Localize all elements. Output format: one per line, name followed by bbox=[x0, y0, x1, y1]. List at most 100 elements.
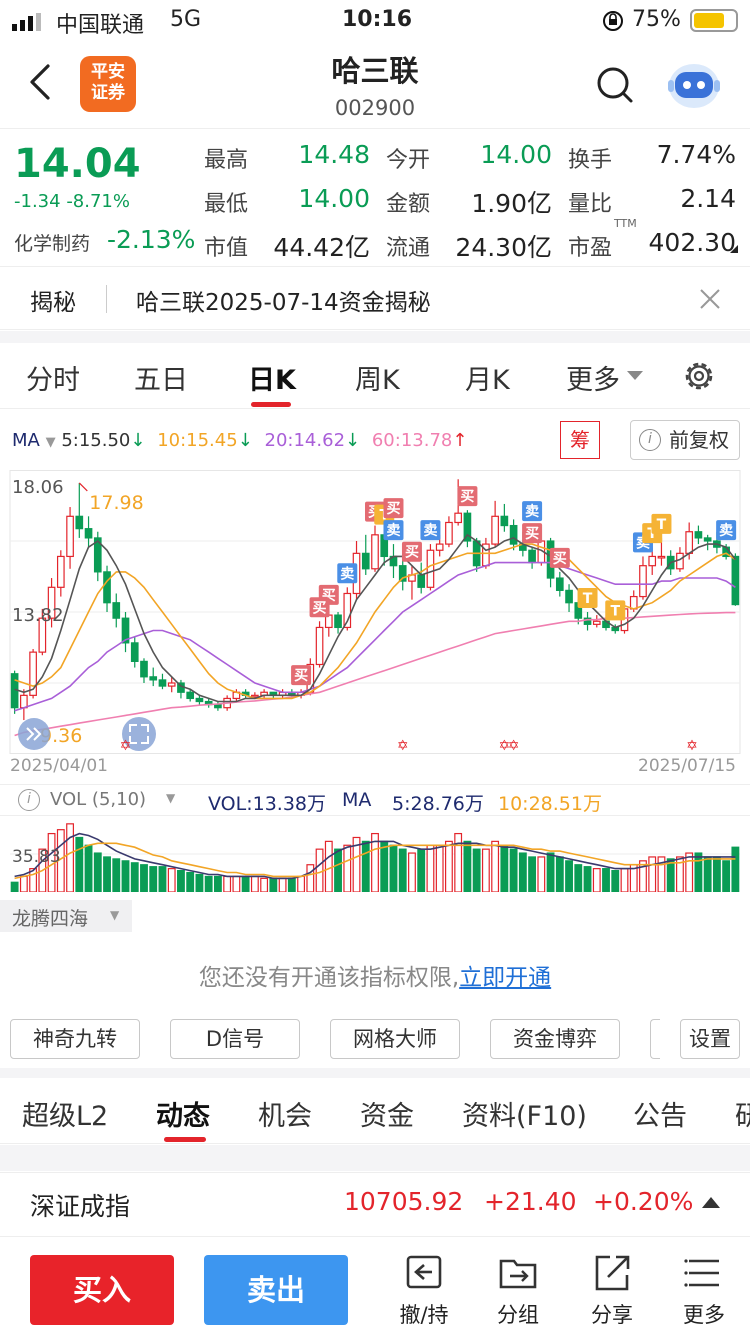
volume-bar bbox=[297, 875, 306, 892]
candle-body bbox=[130, 642, 139, 662]
group-label: 分组 bbox=[497, 1303, 539, 1327]
reveal-row[interactable]: 揭秘 哈三联2025-07-14资金揭秘 bbox=[0, 266, 750, 330]
settings-button[interactable]: 设置 bbox=[680, 1019, 740, 1059]
volume-bar bbox=[361, 840, 370, 892]
volume-bar bbox=[195, 873, 204, 892]
candle-body bbox=[629, 595, 638, 610]
tab-dynamics[interactable]: 动态 bbox=[156, 1094, 210, 1133]
high-annotation-line bbox=[78, 482, 88, 492]
expand-corner-icon[interactable] bbox=[730, 245, 738, 253]
signal-badge: T bbox=[605, 600, 626, 621]
vol-info-icon[interactable]: i bbox=[18, 789, 40, 811]
stock-header: 平安 证券 哈三联 002900 bbox=[0, 40, 750, 128]
tab-super-l2[interactable]: 超级L2 bbox=[22, 1094, 108, 1133]
tool-button-grid-master[interactable]: 网格大师 bbox=[330, 1019, 460, 1059]
activate-link[interactable]: 立即开通 bbox=[459, 965, 551, 991]
close-icon[interactable] bbox=[698, 287, 722, 311]
market-cap-label: 市值 bbox=[204, 236, 249, 261]
indicator-selector[interactable]: 龙腾四海 ▼ bbox=[0, 900, 132, 932]
tab-opportunity[interactable]: 机会 bbox=[258, 1094, 312, 1133]
candle-body bbox=[361, 552, 370, 570]
candle-body bbox=[140, 660, 148, 678]
signal-badge: 卖 bbox=[522, 501, 543, 522]
tab-five-day[interactable]: 五日 bbox=[134, 358, 188, 397]
share-label: 分享 bbox=[591, 1303, 633, 1327]
tool-button-d-signal[interactable]: D信号 bbox=[170, 1019, 300, 1059]
index-row[interactable]: 深证成指 10705.92 +21.40 +0.20% bbox=[0, 1172, 750, 1234]
tab-funds[interactable]: 资金 bbox=[360, 1094, 414, 1133]
volume-bar bbox=[75, 836, 84, 892]
change-percent: -8.71% bbox=[66, 191, 130, 212]
volume-bar bbox=[140, 864, 148, 892]
volume-bar bbox=[592, 868, 601, 892]
volume-bar bbox=[722, 860, 731, 892]
candle-body bbox=[639, 565, 647, 598]
robot-icon[interactable] bbox=[666, 60, 722, 110]
settings-gear-icon[interactable] bbox=[681, 358, 717, 394]
expand-up-icon[interactable] bbox=[702, 1197, 720, 1208]
volume-bar bbox=[19, 875, 28, 892]
adjust-button[interactable]: i 前复权 bbox=[630, 420, 740, 460]
tab-f10[interactable]: 资料(F10) bbox=[462, 1094, 587, 1133]
tool-button-overflow[interactable] bbox=[650, 1019, 660, 1059]
sector-change: -2.13% bbox=[107, 225, 196, 254]
volume-bar bbox=[444, 840, 453, 892]
candle-body bbox=[528, 549, 536, 564]
section-gap-3 bbox=[0, 1145, 750, 1171]
indicator-name: 龙腾四海 bbox=[12, 908, 89, 930]
signal-badge: 买 bbox=[383, 498, 404, 519]
tab-weekly-k[interactable]: 周K bbox=[355, 358, 400, 397]
volume-chart[interactable]: 35.83 bbox=[0, 816, 750, 892]
sell-button[interactable]: 卖出 bbox=[204, 1255, 348, 1325]
candle-body bbox=[167, 682, 176, 687]
more-action[interactable]: 更多 bbox=[672, 1251, 736, 1334]
signal-badge-text: 买 bbox=[313, 600, 327, 616]
tool-button-fund-game[interactable]: 资金博弈 bbox=[490, 1019, 620, 1059]
action-bar: 买入 卖出 撤/持 分组 分享 更多 bbox=[0, 1236, 750, 1334]
vol-ma10: 10:28.51万 bbox=[498, 793, 602, 815]
y-axis-label: 18.06 bbox=[12, 477, 64, 498]
group-action[interactable]: 分组 bbox=[486, 1251, 550, 1334]
chart-end-date: 2025/07/15 bbox=[638, 756, 736, 776]
sector-name[interactable]: 化学制药 bbox=[14, 229, 90, 256]
tab-daily-k[interactable]: 日K bbox=[248, 358, 296, 397]
tab-more[interactable]: 更多 bbox=[566, 358, 620, 397]
tab-intraday[interactable]: 分时 bbox=[26, 358, 80, 397]
volume-bar bbox=[250, 875, 259, 892]
buy-button[interactable]: 买入 bbox=[30, 1255, 174, 1325]
withdraw-hold-action[interactable]: 撤/持 bbox=[392, 1251, 456, 1334]
candle-body bbox=[186, 691, 195, 700]
volume-bar bbox=[306, 864, 315, 892]
volume-bar bbox=[204, 875, 213, 892]
candle-body bbox=[251, 694, 259, 698]
tab-research[interactable]: 研 bbox=[735, 1094, 750, 1133]
candle-body bbox=[435, 543, 444, 551]
withdraw-label: 撤/持 bbox=[399, 1303, 449, 1327]
signal-badge-text: 买 bbox=[525, 526, 539, 542]
tab-announcements[interactable]: 公告 bbox=[633, 1094, 687, 1133]
search-icon[interactable] bbox=[596, 66, 634, 104]
price-change: -1.34 -8.71% bbox=[14, 191, 130, 212]
ma-dropdown-icon[interactable]: ▼ bbox=[46, 435, 56, 450]
tool-button-nine-turn[interactable]: 神奇九转 bbox=[10, 1019, 140, 1059]
clock: 10:16 bbox=[342, 7, 413, 32]
reveal-text[interactable]: 哈三联2025-07-14资金揭秘 bbox=[136, 283, 431, 317]
volume-bar bbox=[537, 856, 546, 892]
chip-button[interactable]: 筹 bbox=[560, 421, 600, 459]
share-action[interactable]: 分享 bbox=[580, 1251, 644, 1334]
candle-body bbox=[491, 515, 499, 545]
rotation-lock-icon bbox=[602, 10, 624, 38]
volume-bar bbox=[223, 875, 232, 892]
volume-bar bbox=[528, 856, 537, 892]
quote-panel: 14.04 -1.34 -8.71% 化学制药 -2.13% 最高 14.48 … bbox=[0, 128, 750, 264]
menu-icon bbox=[684, 1259, 719, 1287]
ma60-arrow-icon: ↑ bbox=[452, 430, 468, 451]
tab-monthly-k[interactable]: 月K bbox=[465, 358, 510, 397]
vol-title[interactable]: VOL (5,10) bbox=[50, 789, 146, 810]
signal-badge: 买 bbox=[457, 486, 478, 507]
volume-bar bbox=[112, 858, 121, 892]
candlestick-chart[interactable]: 卖买买T卖买买卖买买卖买TT卖TT卖买买18.0613.8217.989.36✡… bbox=[0, 470, 750, 754]
volume-bar bbox=[260, 877, 269, 892]
volume-bar bbox=[491, 840, 500, 892]
vol-dropdown-icon[interactable]: ▼ bbox=[166, 791, 175, 805]
